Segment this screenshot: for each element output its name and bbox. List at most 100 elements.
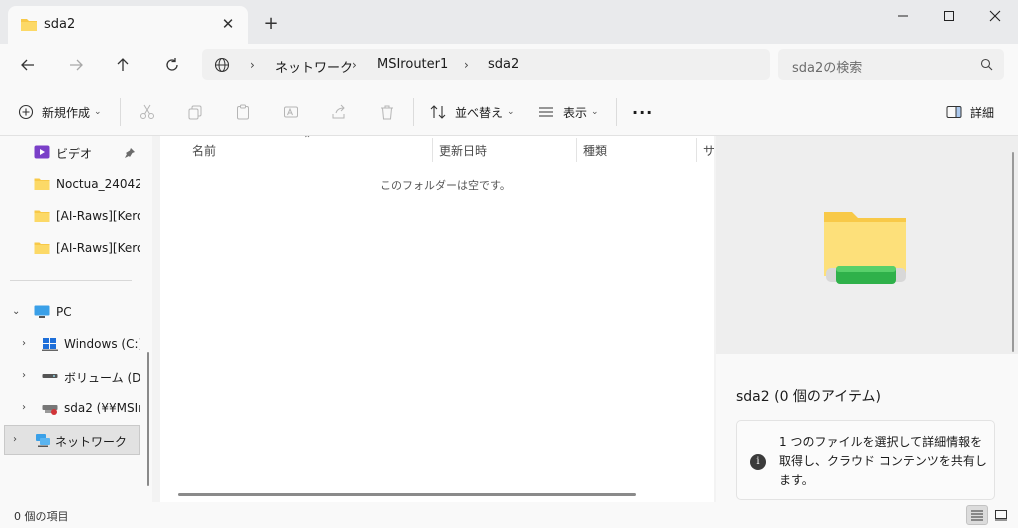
nav-item-videos[interactable]: ビデオ <box>0 138 140 166</box>
search-box[interactable]: sda2の検索 <box>778 49 1004 80</box>
nav-item-volume-d[interactable]: › ボリューム (D:) <box>0 362 140 390</box>
arrow-left-icon <box>21 59 34 71</box>
details-scrollbar[interactable] <box>1012 152 1014 352</box>
tab-sda2[interactable]: sda2 ✕ <box>8 6 248 44</box>
share-button[interactable] <box>329 103 349 121</box>
nav-item-ai-raws-2[interactable]: [AI-Raws][Keron <box>0 234 140 262</box>
close-icon <box>989 10 1001 22</box>
breadcrumb-separator[interactable]: › <box>352 58 357 72</box>
breadcrumb-network[interactable]: ネットワーク <box>275 57 353 76</box>
cut-button[interactable] <box>137 103 157 121</box>
address-bar[interactable]: › ネットワーク › MSIrouter1 › sda2 <box>202 49 770 80</box>
tab-label: sda2 <box>44 17 76 32</box>
column-header-modified[interactable]: 更新日時 <box>439 142 487 159</box>
chevron-down-icon: ⌄ <box>94 107 102 117</box>
clipboard-icon <box>237 104 249 120</box>
toolbar-divider <box>616 98 617 126</box>
sort-label: 並べ替え <box>455 105 504 120</box>
maximize-button[interactable] <box>926 0 972 32</box>
copy-icon <box>188 105 202 120</box>
delete-button[interactable] <box>377 103 397 121</box>
close-window-button[interactable] <box>972 0 1018 32</box>
tiles-view-button[interactable] <box>990 505 1012 525</box>
folder-icon <box>34 210 50 222</box>
breadcrumb-msirouter[interactable]: MSIrouter1 <box>377 57 448 72</box>
nav-item-ai-raws-1[interactable]: [AI-Raws][Keron <box>0 202 140 230</box>
nav-label: [AI-Raws][Keron <box>56 241 140 255</box>
chevron-right-icon[interactable]: › <box>22 402 26 413</box>
preview-area <box>716 136 1018 354</box>
maximize-icon <box>944 11 954 21</box>
nav-label: [AI-Raws][Keron <box>56 209 140 223</box>
item-count: 0 個の項目 <box>14 510 69 523</box>
drive-icon <box>42 374 58 378</box>
breadcrumb-separator[interactable]: › <box>464 58 469 72</box>
column-divider[interactable] <box>696 138 697 162</box>
nav-item-windows-c[interactable]: › Windows (C:) <box>0 330 140 358</box>
chevron-right-icon[interactable]: › <box>22 370 26 381</box>
details-view-button[interactable] <box>966 505 988 525</box>
nav-item-noctua[interactable]: Noctua_240420 <box>0 170 140 198</box>
details-title: sda2 (0 個のアイテム) <box>736 389 881 405</box>
empty-folder-message: このフォルダーは空です。 <box>380 179 511 192</box>
copy-button[interactable] <box>185 103 205 121</box>
scissors-icon <box>140 104 154 119</box>
refresh-icon <box>166 58 178 71</box>
new-label: 新規作成 <box>42 105 91 120</box>
toolbar-divider <box>120 98 121 126</box>
folder-icon <box>34 242 50 254</box>
details-info-box: i 1 つのファイルを選択して詳細情報を取得し、クラウド コンテンツを共有します… <box>736 420 995 500</box>
column-divider[interactable] <box>432 138 433 162</box>
arrow-right-icon <box>70 59 83 71</box>
address-row: › ネットワーク › MSIrouter1 › sda2 sda2の検索 <box>0 44 1018 86</box>
nav-label: Windows (C:) <box>64 337 140 351</box>
view-button[interactable]: 表示 ⌄ <box>538 99 599 125</box>
pin-icon[interactable] <box>124 147 136 159</box>
column-divider[interactable] <box>576 138 577 162</box>
search-icon <box>980 58 993 71</box>
nav-label: Noctua_240420 <box>56 177 140 191</box>
rename-button[interactable] <box>281 103 301 121</box>
nav-scrollbar[interactable] <box>147 352 149 486</box>
details-pane-button[interactable]: 詳細 <box>946 99 994 125</box>
nav-item-pc[interactable]: ⌄ PC <box>0 298 140 326</box>
nav-label: ビデオ <box>56 147 93 161</box>
details-info-text: 1 つのファイルを選択して詳細情報を取得し、クラウド コンテンツを共有します。 <box>779 435 987 487</box>
nav-item-sda2[interactable]: › sda2 (¥¥MSIrou <box>0 394 140 422</box>
network-icon <box>36 434 50 447</box>
paste-button[interactable] <box>233 103 253 121</box>
nav-label: sda2 (¥¥MSIrou <box>64 401 140 415</box>
nav-label: PC <box>56 305 72 319</box>
chevron-down-icon: ⌄ <box>591 107 599 117</box>
arrow-up-icon <box>117 58 129 71</box>
view-label: 表示 <box>563 105 588 120</box>
trash-icon <box>381 105 393 120</box>
tiles-view-icon <box>995 510 1007 521</box>
nav-item-network[interactable]: › ネットワーク <box>4 425 140 455</box>
nav-label: ボリューム (D:) <box>64 371 140 385</box>
title-bar: sda2 ✕ + <box>0 0 1018 44</box>
column-header-type[interactable]: 種類 <box>583 142 607 159</box>
chevron-down-icon[interactable]: ⌄ <box>12 306 20 317</box>
refresh-button[interactable] <box>157 52 187 78</box>
column-header-name[interactable]: 名前 <box>192 142 216 159</box>
chevron-right-icon[interactable]: › <box>22 338 26 349</box>
up-button[interactable] <box>108 52 138 78</box>
breadcrumb-separator[interactable]: › <box>250 58 255 72</box>
horizontal-scrollbar[interactable] <box>178 493 636 496</box>
plus-circle-icon <box>18 104 34 120</box>
forward-button[interactable] <box>61 52 91 78</box>
close-tab-icon[interactable]: ✕ <box>218 14 238 34</box>
new-tab-button[interactable]: + <box>260 14 282 36</box>
minimize-button[interactable] <box>880 0 926 32</box>
breadcrumb-sda2[interactable]: sda2 <box>488 57 519 72</box>
windows-drive-icon <box>42 338 58 351</box>
sort-button[interactable]: 並べ替え ⌄ <box>430 99 515 125</box>
column-header-size[interactable]: サ <box>703 142 714 159</box>
chevron-right-icon[interactable]: › <box>13 434 17 445</box>
more-options-button[interactable]: ··· <box>632 99 653 125</box>
list-view-icon <box>971 510 983 521</box>
back-button[interactable] <box>13 52 43 78</box>
search-placeholder[interactable]: sda2の検索 <box>792 57 862 76</box>
new-button[interactable]: 新規作成 ⌄ <box>18 99 102 125</box>
